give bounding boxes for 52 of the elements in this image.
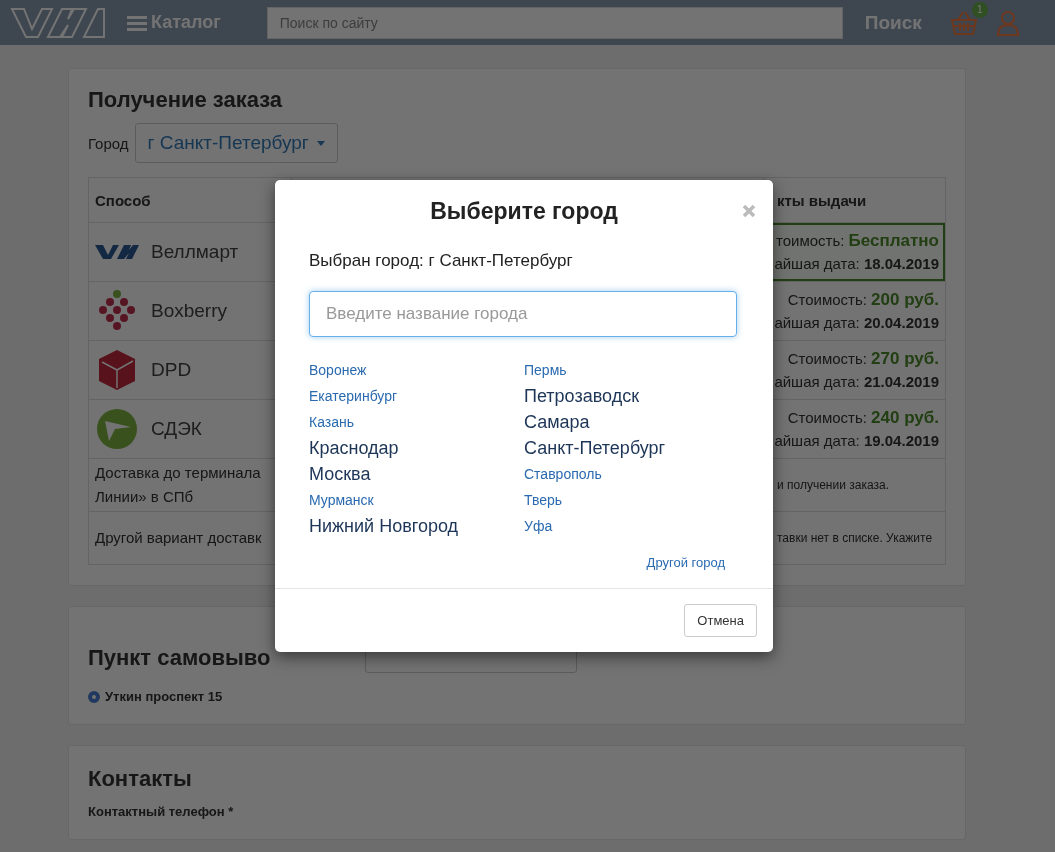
city-link[interactable]: Казань bbox=[309, 409, 524, 435]
section-title: Получение заказа bbox=[88, 87, 284, 113]
city-link[interactable]: Самара bbox=[524, 409, 739, 435]
city-link[interactable]: Москва bbox=[309, 461, 524, 487]
date-text: айшая дата: 20.04.2019 bbox=[773, 313, 939, 333]
logo-icon[interactable] bbox=[10, 6, 105, 39]
date-text: айшая дата: 18.04.2019 bbox=[773, 254, 939, 274]
city-link[interactable]: Пермь bbox=[524, 357, 739, 383]
city-link[interactable]: Екатеринбург bbox=[309, 383, 524, 409]
cost-text: Стоимость: 240 руб. bbox=[786, 407, 939, 429]
city-link[interactable]: Тверь bbox=[524, 487, 739, 513]
city-label: Город bbox=[88, 134, 129, 152]
arrow-circle-icon bbox=[95, 407, 139, 451]
section-title: Контакты bbox=[88, 766, 193, 792]
city-link[interactable]: Нижний Новгород bbox=[309, 513, 524, 539]
city-link[interactable]: Воронеж bbox=[309, 357, 524, 383]
city-link[interactable]: Санкт-Петербург bbox=[524, 435, 739, 461]
radio-button[interactable] bbox=[88, 690, 100, 703]
note-text: Линии» в СПб bbox=[95, 487, 195, 507]
menu-icon bbox=[127, 14, 147, 31]
column-header: кты выдачи bbox=[776, 191, 868, 209]
delivery-method-name: DPD bbox=[151, 359, 192, 381]
cancel-button[interactable]: Отмена bbox=[684, 604, 757, 637]
city-link[interactable]: Краснодар bbox=[309, 435, 524, 461]
note-text: тавки нет в списке. Укажите bbox=[776, 531, 934, 545]
delivery-method-name: Веллмарт bbox=[151, 241, 239, 263]
cost-text: Стоимость: 270 руб. bbox=[786, 348, 939, 370]
cart-count-badge: 1 bbox=[971, 1, 988, 18]
logo-icon bbox=[95, 244, 139, 260]
city-link[interactable]: Мурманск bbox=[309, 487, 524, 513]
note-text: Доставка до терминала bbox=[95, 463, 262, 483]
cost-text: тоимость: Бесплатно bbox=[775, 230, 939, 252]
date-text: айшая дата: 21.04.2019 bbox=[773, 372, 939, 392]
cost-text: Стоимость: 200 руб. bbox=[786, 289, 939, 311]
pickup-point-label: Уткин проспект 15 bbox=[105, 689, 223, 704]
date-text: айшая дата: 19.04.2019 bbox=[773, 431, 939, 451]
section-title: Пункт самовыво bbox=[88, 645, 271, 671]
other-city-link[interactable]: Другой город bbox=[646, 555, 725, 570]
city-link[interactable]: Петрозаводск bbox=[524, 383, 739, 409]
note-text: и получении заказа. bbox=[776, 478, 890, 492]
city-link[interactable]: Ставрополь bbox=[524, 461, 739, 487]
delivery-method-name: СДЭК bbox=[151, 418, 202, 440]
phone-label: Контактный телефон * bbox=[88, 804, 235, 819]
close-icon[interactable] bbox=[742, 204, 756, 218]
caret-icon bbox=[316, 140, 325, 146]
city-search-field[interactable]: Введите название города bbox=[309, 291, 737, 337]
delivery-method-name: Boxberry bbox=[151, 300, 228, 322]
dialog-title: Выберите город bbox=[429, 197, 619, 226]
note-text: Другой вариант доставк bbox=[95, 528, 263, 548]
basket-icon[interactable] bbox=[949, 9, 978, 36]
selected-city-text: Выбран город: г Санкт-Петербург bbox=[309, 251, 574, 271]
city-link[interactable]: Уфа bbox=[524, 513, 739, 539]
